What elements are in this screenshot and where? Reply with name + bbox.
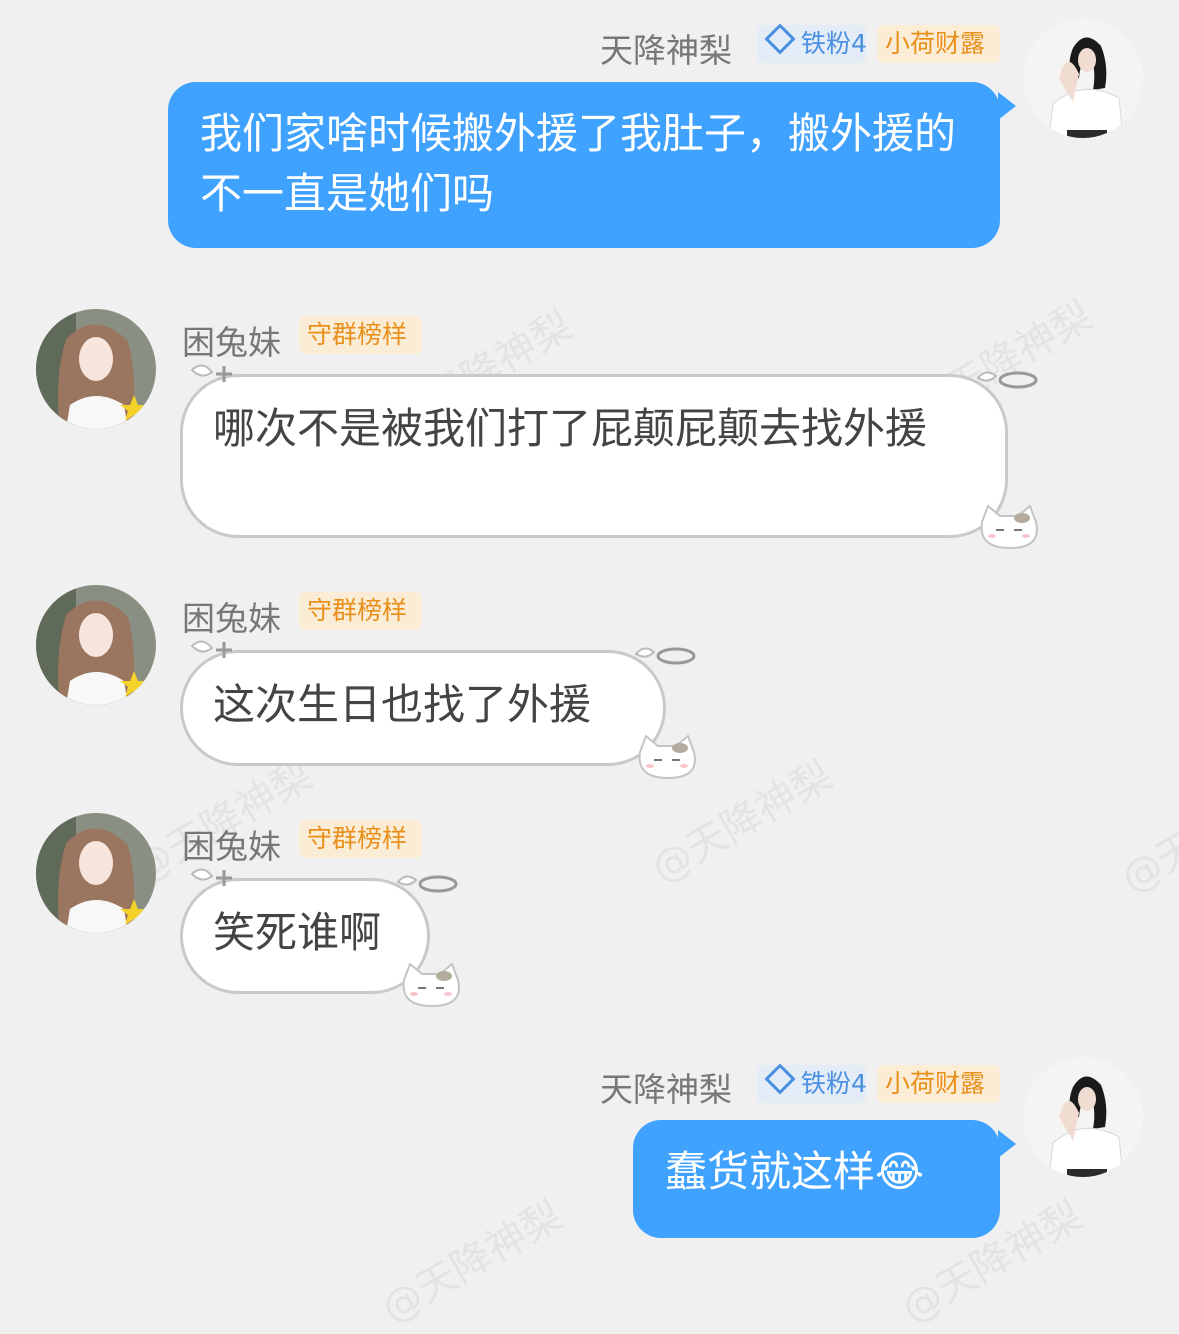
message-bubble[interactable]: 这次生日也找了外援 [180, 650, 666, 766]
message-text: 这次生日也找了外援 [213, 680, 592, 729]
watermark: @天降神梨 [1113, 762, 1179, 903]
sender-name[interactable]: 天降神梨 [600, 24, 732, 72]
sender-name[interactable]: 困兔妹 [182, 820, 281, 868]
avatar-image [36, 813, 156, 933]
cat-face-icon [638, 734, 696, 780]
message-bubble[interactable]: 哪次不是被我们打了屁颠屁颠去找外援 [180, 374, 1008, 538]
avatar-image [1023, 18, 1143, 138]
laughing-tears-emoji: 😂 [875, 1147, 925, 1196]
angel-wings-icon [190, 868, 232, 886]
message-bubble[interactable]: 笑死谁啊 [180, 878, 430, 994]
avatar-image [36, 309, 156, 429]
sender-name[interactable]: 天降神梨 [600, 1063, 732, 1111]
title-badge[interactable]: 守群榜样 [299, 316, 422, 354]
avatar[interactable] [36, 813, 156, 933]
sender-name[interactable]: 困兔妹 [182, 592, 281, 640]
title-badge[interactable]: 小荷财露 [877, 1065, 1000, 1103]
message-bubble[interactable]: 我们家啥时候搬外援了我肚子，搬外援的不一直是她们吗 [168, 82, 1000, 248]
sender-name[interactable]: 困兔妹 [182, 316, 281, 364]
avatar-image [1023, 1057, 1143, 1177]
fan-level-label: 铁粉4 [801, 29, 867, 58]
fan-level-badge[interactable]: 铁粉4 [757, 1063, 867, 1103]
diamond-icon [764, 23, 796, 55]
bubble-tail [998, 1130, 1016, 1158]
diamond-icon [764, 1063, 796, 1095]
avatar[interactable] [1023, 18, 1143, 138]
title-badge[interactable]: 守群榜样 [299, 820, 422, 858]
title-badge[interactable]: 小荷财露 [877, 25, 1000, 63]
message-text: 哪次不是被我们打了屁颠屁颠去找外援 [213, 404, 928, 453]
message-text: 蠢货就这样 [665, 1147, 876, 1196]
message-bubble[interactable]: 蠢货就这样😂 [633, 1120, 1000, 1238]
angel-wings-icon [190, 640, 232, 658]
avatar[interactable] [1023, 1057, 1143, 1177]
halo-icon [634, 647, 696, 665]
halo-icon [396, 875, 458, 893]
avatar[interactable] [36, 585, 156, 705]
avatar[interactable] [36, 309, 156, 429]
angel-wings-icon [190, 364, 232, 382]
cat-face-icon [980, 504, 1038, 550]
watermark: @天降神梨 [373, 1192, 571, 1333]
fan-level-label: 铁粉4 [801, 1069, 867, 1098]
cat-face-icon [402, 962, 460, 1008]
message-text: 我们家啥时候搬外援了我肚子，搬外援的不一直是她们吗 [200, 109, 957, 218]
message-text: 笑死谁啊 [213, 908, 382, 957]
title-badge[interactable]: 守群榜样 [299, 592, 422, 630]
avatar-image [36, 585, 156, 705]
fan-level-badge[interactable]: 铁粉4 [757, 23, 867, 63]
bubble-tail [998, 92, 1016, 120]
halo-icon [976, 371, 1038, 389]
